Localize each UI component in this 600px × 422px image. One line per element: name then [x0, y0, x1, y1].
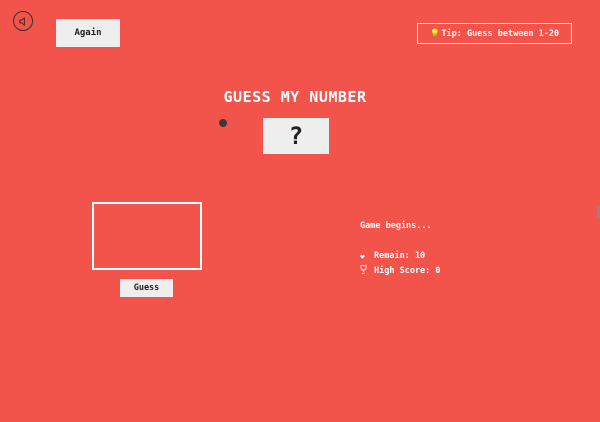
speaker-icon: [18, 16, 25, 26]
guess-input[interactable]: [92, 202, 202, 270]
high-score-counter: High Score: 0: [360, 265, 441, 276]
heart-icon: ❤: [360, 251, 365, 261]
tip-box: 💡 Tip: Guess between 1-20: [417, 23, 572, 44]
lightbulb-icon: 💡: [429, 28, 441, 39]
sound-toggle-button[interactable]: [13, 11, 33, 31]
guess-button[interactable]: Guess: [120, 279, 173, 297]
remain-label: Remain: 10: [374, 251, 426, 261]
again-button[interactable]: Again: [56, 19, 120, 47]
cursor-dot: [219, 119, 227, 127]
trophy-icon: [360, 265, 370, 276]
high-score-label: High Score: 0: [374, 265, 441, 276]
tip-text: Tip: Guess between 1-20: [441, 28, 560, 39]
remain-counter: ❤ Remain: 10: [360, 251, 425, 261]
status-message: Game begins...: [360, 221, 432, 231]
page-title: GUESS MY NUMBER: [223, 88, 367, 106]
secret-number-display: ?: [263, 118, 329, 154]
